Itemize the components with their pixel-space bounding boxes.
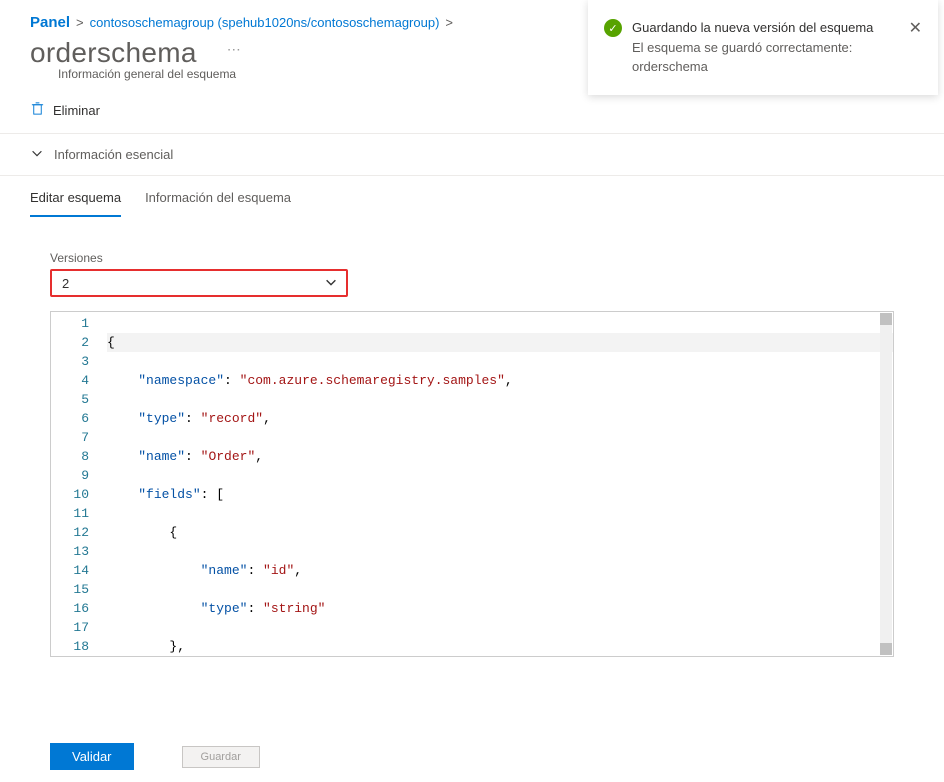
toast-title: Guardando la nueva versión del esquema: [632, 18, 899, 38]
notification-toast: ✓ Guardando la nueva versión del esquema…: [588, 0, 938, 95]
essential-label: Información esencial: [54, 147, 173, 162]
trash-icon: [30, 101, 45, 119]
chevron-right-icon: >: [445, 15, 453, 30]
chevron-down-icon: [30, 146, 44, 163]
page-title: orderschema: [30, 37, 197, 69]
scrollbar-thumb[interactable]: [880, 313, 892, 325]
tab-schema-info[interactable]: Información del esquema: [145, 190, 291, 217]
versions-dropdown[interactable]: 2: [50, 269, 348, 297]
chevron-down-icon: [324, 275, 338, 292]
delete-label: Eliminar: [53, 103, 100, 118]
delete-button[interactable]: Eliminar: [30, 101, 100, 119]
versions-value: 2: [62, 276, 69, 291]
versions-label: Versiones: [50, 251, 894, 265]
breadcrumb-link[interactable]: contososchemagroup (spehub1020ns/contoso…: [90, 15, 440, 30]
toast-close-icon[interactable]: ✕: [909, 18, 922, 38]
more-icon[interactable]: ⋯: [227, 41, 241, 58]
tabs: Editar esquema Información del esquema: [0, 176, 944, 217]
breadcrumb-root[interactable]: Panel: [30, 14, 70, 31]
toast-subtitle: El esquema se guardó correctamente: orde…: [632, 38, 899, 77]
content-area: Versiones 2 1 2 3 4 5 6 7 8 9 10 11 12 1…: [0, 217, 944, 657]
toast-message: Guardando la nueva versión del esquema E…: [632, 18, 899, 77]
editor-content[interactable]: { "namespace": "com.azure.schemaregistry…: [107, 312, 893, 656]
save-button: Guardar: [182, 746, 260, 768]
essential-info-toggle[interactable]: Información esencial: [0, 134, 944, 176]
tab-edit-schema[interactable]: Editar esquema: [30, 190, 121, 217]
footer-actions: Validar Guardar: [50, 743, 260, 770]
code-editor[interactable]: 1 2 3 4 5 6 7 8 9 10 11 12 13 14 15 16 1…: [50, 311, 894, 657]
editor-scrollbar[interactable]: [880, 313, 892, 655]
scrollbar-thumb[interactable]: [880, 643, 892, 655]
chevron-right-icon: >: [76, 15, 84, 30]
validate-button[interactable]: Validar: [50, 743, 134, 770]
success-check-icon: ✓: [604, 19, 622, 37]
editor-gutter: 1 2 3 4 5 6 7 8 9 10 11 12 13 14 15 16 1…: [51, 312, 107, 656]
